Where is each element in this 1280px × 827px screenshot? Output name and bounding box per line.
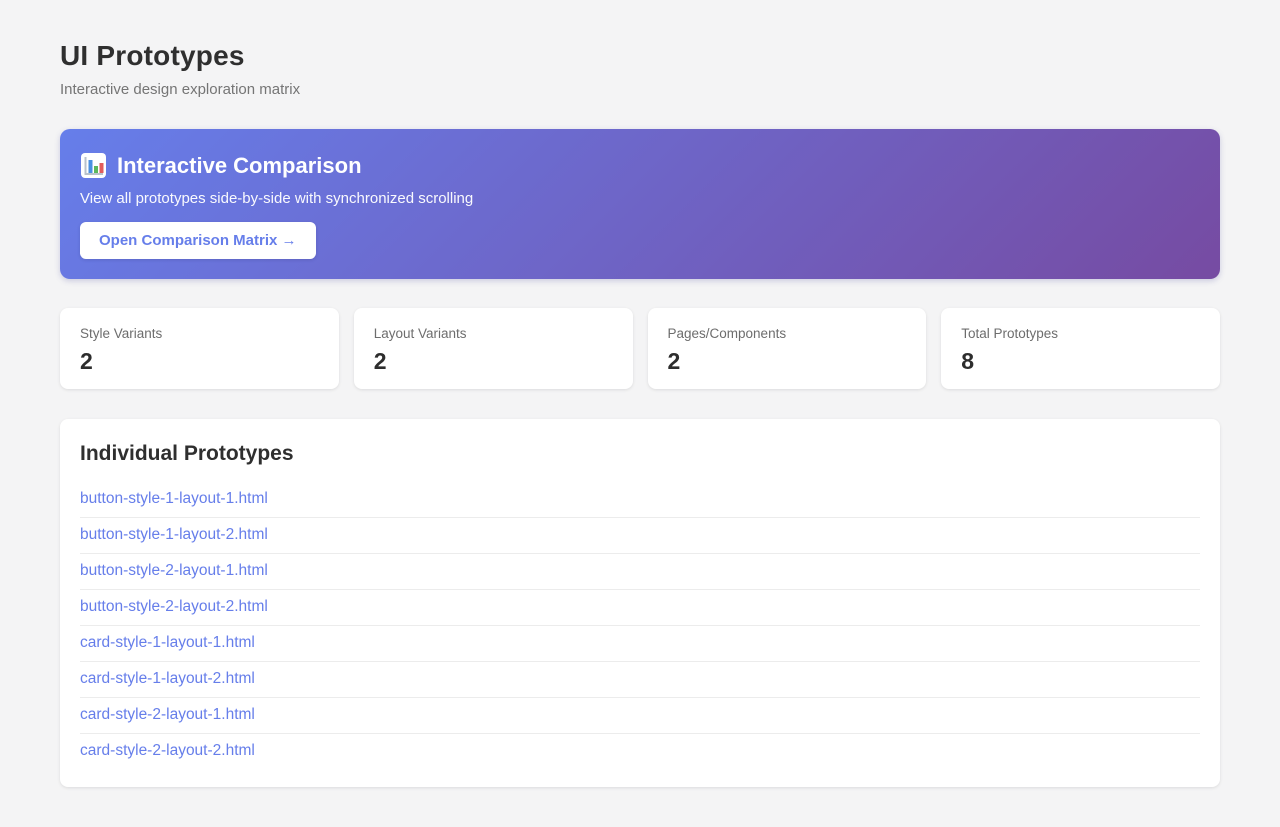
stat-label: Pages/Components [668, 326, 907, 341]
list-item: card-style-2-layout-1.html [80, 698, 1200, 734]
list-item: button-style-1-layout-1.html [80, 482, 1200, 518]
prototype-link[interactable]: button-style-1-layout-1.html [80, 490, 268, 507]
page-container: UI Prototypes Interactive design explora… [0, 0, 1280, 827]
individual-prototypes-heading: Individual Prototypes [80, 442, 1200, 466]
stat-label: Style Variants [80, 326, 319, 341]
stat-value: 8 [961, 348, 1200, 375]
stat-value: 2 [668, 348, 907, 375]
banner-description: View all prototypes side-by-side with sy… [80, 190, 1200, 207]
stat-value: 2 [80, 348, 319, 375]
list-item: button-style-2-layout-1.html [80, 554, 1200, 590]
stat-card-layout-variants: Layout Variants 2 [354, 308, 633, 389]
prototype-link[interactable]: card-style-2-layout-2.html [80, 742, 255, 759]
page-subtitle: Interactive design exploration matrix [60, 81, 1220, 98]
page-title: UI Prototypes [60, 40, 1220, 72]
prototype-link[interactable]: button-style-1-layout-2.html [80, 526, 268, 543]
interactive-comparison-banner: Interactive Comparison View all prototyp… [60, 129, 1220, 279]
list-item: button-style-2-layout-2.html [80, 590, 1200, 626]
prototype-link[interactable]: button-style-2-layout-1.html [80, 562, 268, 579]
prototype-link[interactable]: card-style-1-layout-1.html [80, 634, 255, 651]
stat-card-total-prototypes: Total Prototypes 8 [941, 308, 1220, 389]
stats-row: Style Variants 2 Layout Variants 2 Pages… [60, 308, 1220, 389]
list-item: card-style-1-layout-1.html [80, 626, 1200, 662]
stat-card-style-variants: Style Variants 2 [60, 308, 339, 389]
stat-label: Layout Variants [374, 326, 613, 341]
individual-prototypes-card: Individual Prototypes button-style-1-lay… [60, 419, 1220, 787]
prototype-link[interactable]: card-style-1-layout-2.html [80, 670, 255, 687]
stat-label: Total Prototypes [961, 326, 1200, 341]
stat-value: 2 [374, 348, 613, 375]
prototype-list: button-style-1-layout-1.html button-styl… [80, 482, 1200, 769]
stat-card-pages-components: Pages/Components 2 [648, 308, 927, 389]
open-comparison-matrix-button[interactable]: Open Comparison Matrix → [80, 222, 316, 259]
list-item: card-style-1-layout-2.html [80, 662, 1200, 698]
banner-title-row: Interactive Comparison [80, 152, 1200, 179]
bar-chart-icon [80, 152, 107, 179]
list-item: button-style-1-layout-2.html [80, 518, 1200, 554]
prototype-link[interactable]: card-style-2-layout-1.html [80, 706, 255, 723]
prototype-link[interactable]: button-style-2-layout-2.html [80, 598, 268, 615]
list-item: card-style-2-layout-2.html [80, 734, 1200, 769]
banner-title: Interactive Comparison [117, 153, 362, 179]
